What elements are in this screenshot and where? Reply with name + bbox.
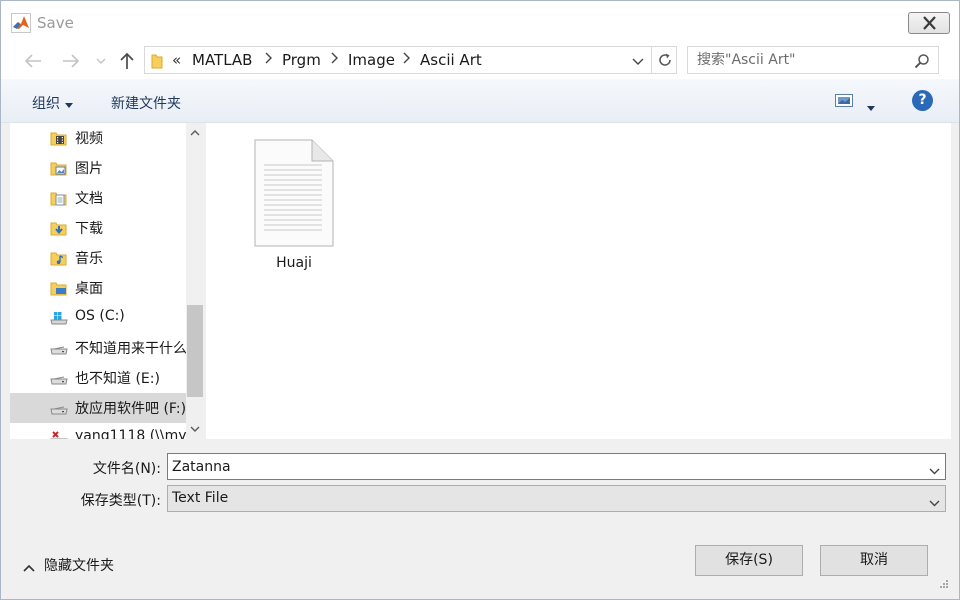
view-options-icon[interactable]: [835, 94, 855, 112]
filename-label: 文件名(N):: [92, 461, 161, 477]
nav-item-label: 也不知道 (E:): [75, 371, 160, 387]
refresh-button[interactable]: [651, 47, 677, 73]
nav-item-drive-d[interactable]: 不知道用来干什么: [10, 333, 187, 363]
pictures-folder-icon: [50, 160, 68, 176]
nav-item-label: 不知道用来干什么: [75, 341, 187, 357]
nav-item-label: 放应用软件吧 (F:): [75, 401, 187, 417]
file-item[interactable]: Huaji: [250, 137, 338, 277]
chevron-down-icon: [929, 500, 940, 507]
nav-item-label: 下载: [75, 221, 103, 237]
nav-item-videos[interactable]: 视频: [10, 123, 186, 153]
nav-item-label: 图片: [75, 161, 103, 177]
nav-item-drive-e[interactable]: 也不知道 (E:): [10, 363, 186, 393]
nav-item-drive-c[interactable]: OS (C:): [10, 303, 186, 333]
filetype-value: Text File: [172, 490, 229, 506]
nav-item-label: 桌面: [75, 281, 103, 297]
window-title: Save: [37, 14, 74, 32]
address-history-dropdown[interactable]: [632, 54, 644, 70]
drive-icon: [50, 340, 68, 356]
videos-folder-icon: [50, 130, 68, 146]
new-folder-button[interactable]: 新建文件夹: [111, 93, 181, 113]
documents-folder-icon: [50, 190, 68, 206]
forward-arrow-icon: [63, 54, 80, 68]
close-icon: [923, 16, 936, 30]
navigation-pane: 视频 图片 文档 下载 音乐 桌面 OS (C:) 不知道用来干什么 也不知道 …: [10, 123, 204, 439]
hide-folders-label: 隐藏文件夹: [44, 558, 114, 574]
save-button[interactable]: 保存(S): [695, 545, 803, 576]
file-list-pane[interactable]: Huaji: [206, 123, 951, 439]
nav-item-label: 文档: [75, 191, 103, 207]
search-icon[interactable]: [914, 53, 930, 73]
downloads-folder-icon: [50, 220, 68, 236]
organize-menu[interactable]: 组织: [32, 93, 73, 113]
filename-dropdown[interactable]: [929, 463, 940, 479]
nav-item-label: 音乐: [75, 251, 103, 267]
filename-input[interactable]: [168, 454, 918, 479]
network-drive-icon: [50, 430, 68, 439]
folder-icon: [151, 53, 163, 73]
chevron-up-icon: [23, 560, 35, 576]
chevron-right-icon[interactable]: [265, 52, 272, 68]
windows-drive-icon: [50, 310, 68, 326]
drive-icon: [50, 370, 68, 386]
caret-down-icon[interactable]: [867, 99, 875, 115]
back-button[interactable]: [21, 49, 45, 73]
nav-item-network-drive[interactable]: yang1118 (\\my: [10, 423, 187, 439]
back-arrow-icon: [24, 54, 41, 68]
forward-button[interactable]: [59, 49, 83, 73]
nav-item-documents[interactable]: 文档: [10, 183, 186, 213]
chevron-right-icon[interactable]: [403, 52, 410, 68]
drive-icon: [50, 400, 68, 416]
breadcrumb-matlab[interactable]: MATLAB: [192, 51, 252, 69]
chevron-up-icon: [190, 130, 200, 136]
scroll-up-button[interactable]: [186, 123, 204, 143]
nav-item-pictures[interactable]: 图片: [10, 153, 186, 183]
cancel-button[interactable]: 取消: [820, 545, 928, 576]
chevron-down-icon: [190, 426, 200, 432]
nav-item-label: yang1118 (\\my: [75, 428, 187, 439]
filetype-dropdown[interactable]: [929, 495, 940, 511]
filetype-label: 保存类型(T):: [80, 493, 161, 509]
address-row: « MATLAB Prgm Image Ascii Art: [1, 41, 959, 79]
up-arrow-icon: [120, 52, 134, 69]
search-box[interactable]: [687, 46, 939, 74]
chevron-down-icon: [929, 468, 940, 475]
filetype-select[interactable]: Text File: [167, 485, 946, 512]
filename-combobox[interactable]: [167, 453, 946, 480]
chevron-right-icon[interactable]: [331, 52, 338, 68]
recent-locations-button[interactable]: [91, 49, 111, 73]
caret-down-icon: [65, 96, 73, 112]
resize-grip-icon[interactable]: [937, 579, 949, 595]
text-document-icon: [254, 139, 334, 251]
command-toolbar: 组织 新建文件夹 ?: [1, 79, 959, 123]
address-overflow[interactable]: «: [172, 51, 181, 69]
matlab-icon: [11, 13, 31, 33]
nav-item-downloads[interactable]: 下载: [10, 213, 186, 243]
nav-item-music[interactable]: 音乐: [10, 243, 186, 273]
nav-item-label: 视频: [75, 131, 103, 147]
address-bar[interactable]: « MATLAB Prgm Image Ascii Art: [144, 46, 677, 74]
refresh-icon: [658, 53, 671, 66]
breadcrumb-ascii-art[interactable]: Ascii Art: [420, 51, 482, 69]
close-button[interactable]: [908, 12, 950, 34]
nav-item-drive-f[interactable]: 放应用软件吧 (F:): [10, 393, 186, 423]
organize-label: 组织: [32, 96, 60, 112]
scroll-thumb[interactable]: [187, 305, 203, 397]
chevron-down-icon: [632, 58, 644, 65]
up-button[interactable]: [115, 49, 139, 73]
help-icon[interactable]: ?: [912, 90, 933, 111]
file-name: Huaji: [276, 255, 312, 271]
search-input[interactable]: [688, 47, 908, 73]
breadcrumb-prgm[interactable]: Prgm: [282, 51, 321, 69]
nav-item-desktop[interactable]: 桌面: [10, 273, 186, 303]
desktop-folder-icon: [50, 280, 68, 296]
music-folder-icon: [50, 250, 68, 266]
save-dialog: Save « MATLAB Prgm Image Ascii Art 搜索"As…: [0, 0, 960, 600]
scroll-down-button[interactable]: [186, 419, 204, 439]
chevron-down-icon: [96, 58, 106, 64]
title-bar[interactable]: Save: [1, 1, 959, 41]
nav-item-label: OS (C:): [75, 308, 125, 324]
nav-scrollbar[interactable]: [186, 123, 204, 439]
breadcrumb-image[interactable]: Image: [348, 51, 395, 69]
